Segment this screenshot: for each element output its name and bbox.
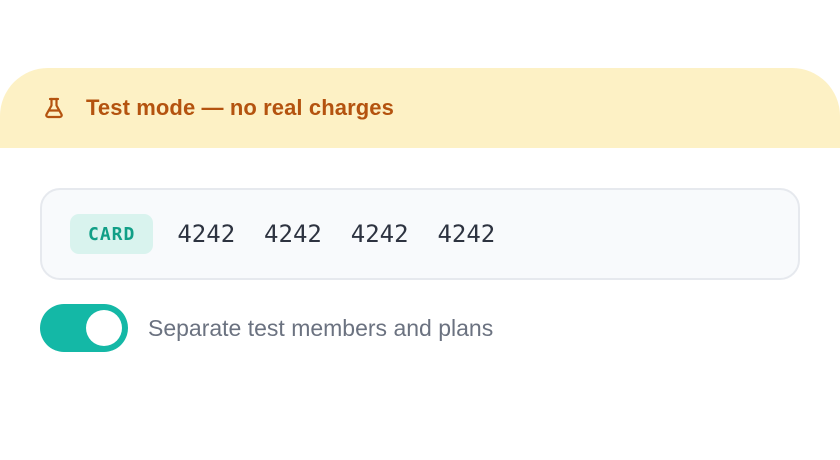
separate-test-members-row: Separate test members and plans <box>40 304 493 352</box>
card-badge: CARD <box>70 214 154 254</box>
banner-text: Test mode — no real charges <box>86 95 394 120</box>
test-mode-banner: Test mode — no real charges <box>0 68 840 148</box>
toggle-knob <box>86 310 122 346</box>
separate-test-members-toggle[interactable] <box>40 304 128 352</box>
toggle-label: Separate test members and plans <box>148 314 494 341</box>
flask-icon <box>42 96 66 120</box>
card-number-field[interactable]: CARD 4242 4242 4242 4242 <box>40 188 800 280</box>
card-number: 4242 4242 4242 4242 <box>177 220 496 248</box>
